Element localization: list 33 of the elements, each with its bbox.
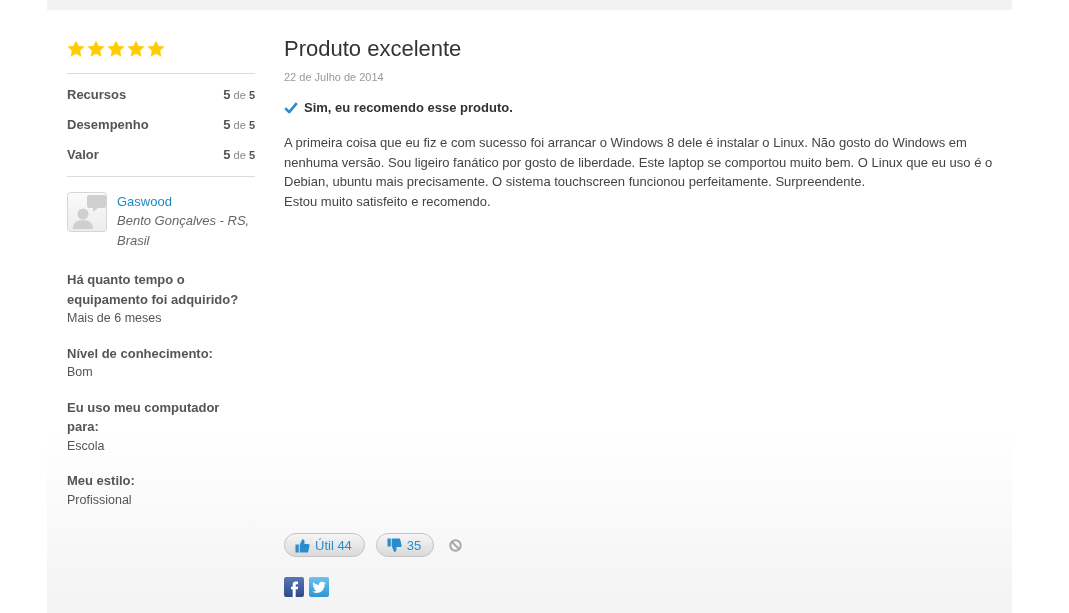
review-date: 22 de Julho de 2014 xyxy=(284,70,384,85)
avatar-icon xyxy=(67,192,107,232)
detail-answer: Escola xyxy=(67,437,106,455)
detail-answer: Bom xyxy=(67,364,94,381)
detail-answer: Profissional xyxy=(67,491,133,509)
review-title: Produto excelente xyxy=(284,36,462,62)
detail-question: Nível de conhecimento: xyxy=(67,344,214,363)
star-icon xyxy=(87,40,105,58)
star-icon xyxy=(127,40,145,58)
detail-question: Há quanto tempo o equipamento foi adquirido? xyxy=(67,271,240,309)
star-icon xyxy=(67,40,85,58)
criterion-label: Desempenho xyxy=(67,116,149,134)
review-text: A primeira coisa que eu fiz e com sucesso foi arrancar o Windows 8 dele é instalar o Linux. Não gosto do Windows em nenhuma versão. Sou ligeiro fanático por gosto de liberdade. Este laptop se comportou muito bem. O Linux que eu uso é o Debian, ubuntu mais precisamente. O sistema touchscreen funcionou perfeitamente. Surpreendente. Estou muito satisfeito e recomendo. xyxy=(284,134,994,212)
detail-answer: Mais de 6 meses xyxy=(67,310,163,327)
reviewer-name-link[interactable]: Gaswood xyxy=(117,192,172,211)
helpful-button[interactable]: Útil 44 xyxy=(284,533,365,557)
facebook-icon[interactable] xyxy=(284,577,304,597)
thumbs-down-icon xyxy=(386,537,402,553)
detail-question: Meu estilo: xyxy=(67,472,136,490)
criterion-score: 5 de 5 xyxy=(223,86,255,104)
criterion-score: 5 de 5 xyxy=(223,146,255,164)
criterion-label: Recursos xyxy=(67,86,127,104)
recommendation-text: Sim, eu recomendo esse produto. xyxy=(304,99,513,117)
unhelpful-button[interactable]: 35 xyxy=(375,533,435,557)
star-icon xyxy=(107,40,125,58)
detail-question: Eu uso meu computador para: xyxy=(67,398,221,436)
prohibited-icon[interactable] xyxy=(449,538,463,552)
star-icon xyxy=(147,40,165,58)
reviewer-location: Bento Gonçalves - RS, Brasil xyxy=(117,212,251,250)
bird-icon[interactable] xyxy=(309,577,329,597)
thumbs-up-icon xyxy=(295,537,310,553)
criterion-score: 5 de 5 xyxy=(223,116,255,134)
criterion-label: Valor xyxy=(67,146,99,164)
